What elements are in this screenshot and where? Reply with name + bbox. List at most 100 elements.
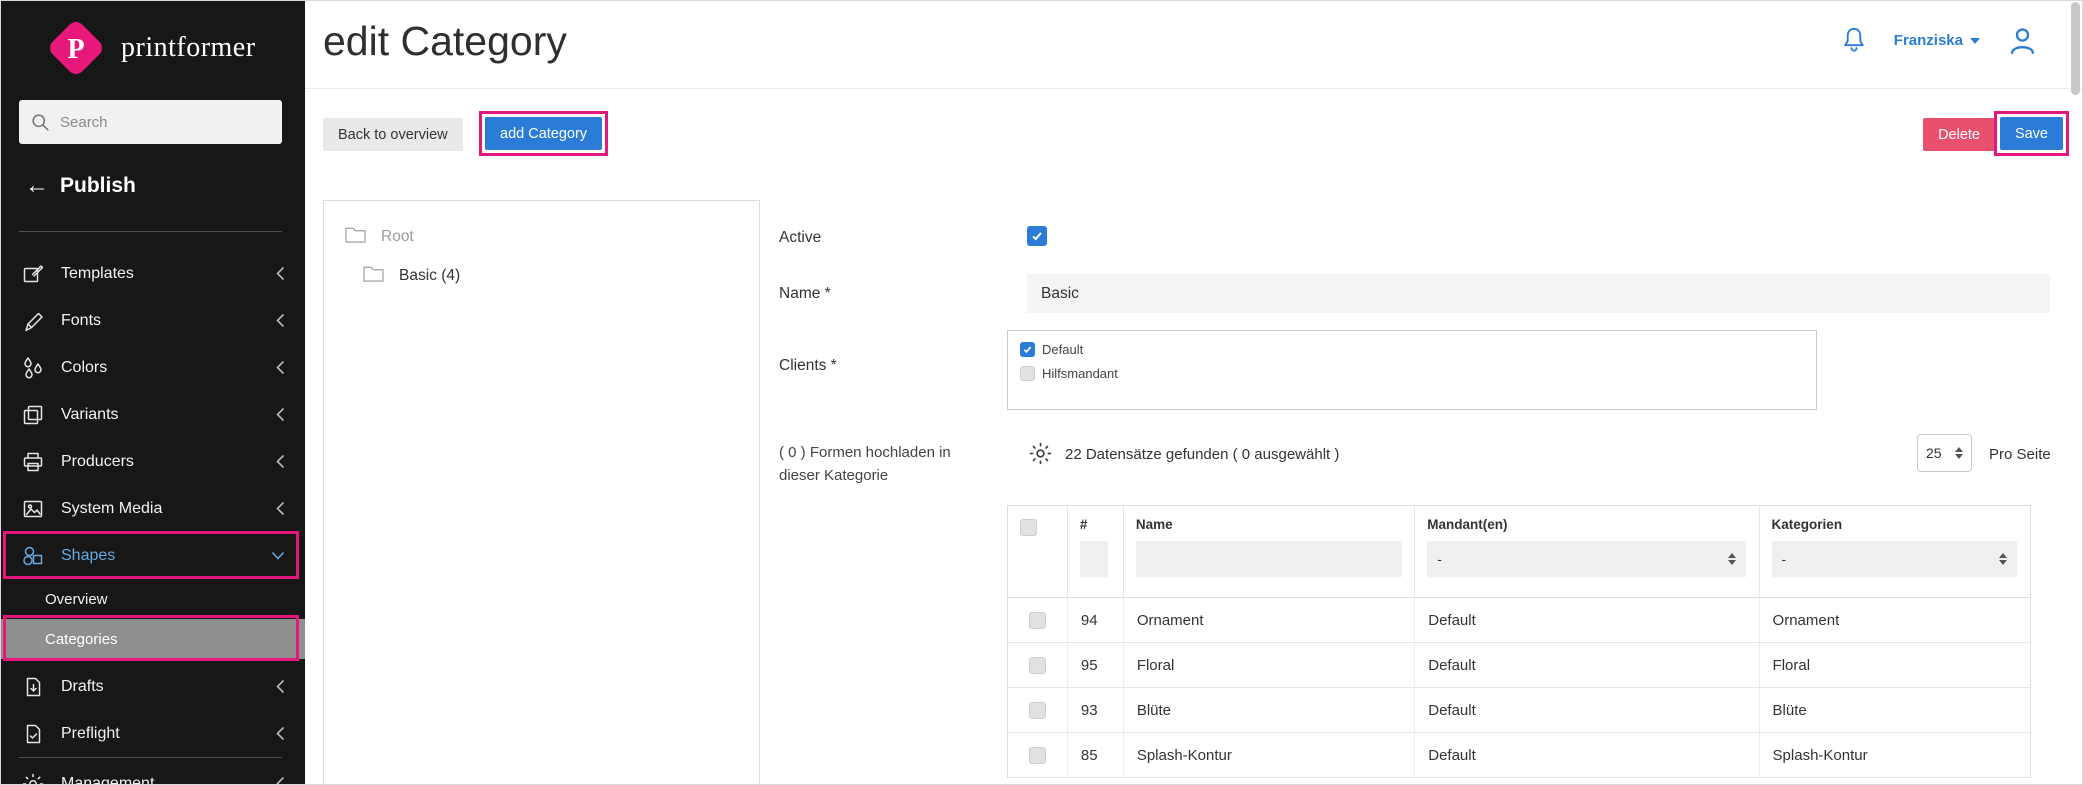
filter-kategorien-select[interactable]: - [1772,541,2017,577]
caret-down-icon [1970,38,1980,44]
row-checkbox[interactable] [1029,657,1046,674]
back-arrow-icon: ← [25,174,49,198]
active-checkbox[interactable] [1027,226,1047,246]
menu-label: Drafts [61,678,276,696]
cell-name: Ornament [1124,598,1415,642]
sidebar-item-colors[interactable]: Colors [0,344,305,391]
folder-icon [344,225,367,249]
row-checkbox[interactable] [1029,612,1046,629]
table-row[interactable]: 94 Ornament Default Ornament [1008,598,2030,643]
client-option-label: Hilfsmandant [1042,366,1118,381]
header-actions: Franziska [1840,24,2039,57]
header-cell-id: # [1068,506,1124,597]
name-label: Name * [779,285,831,303]
table-row[interactable]: 85 Splash-Kontur Default Splash-Kontur [1008,733,2030,778]
header-divider [305,88,2083,89]
client-option-default[interactable]: Default [1020,342,1804,357]
table-row[interactable]: 95 Floral Default Floral [1008,643,2030,688]
tree-node-basic[interactable]: Basic (4) [362,264,460,288]
menu-label: Variants [61,406,276,424]
notifications-bell-icon[interactable] [1840,25,1868,56]
sidebar-item-preflight[interactable]: Preflight [0,710,305,757]
folder-icon [362,264,385,288]
menu-label: Preflight [61,725,276,743]
cell-mandant: Default [1415,643,1759,687]
client-checkbox-checked[interactable] [1020,342,1035,357]
sidebar-item-system-media[interactable]: System Media [0,485,305,532]
sidebar-divider [19,231,282,232]
sidebar-item-templates[interactable]: Templates [0,250,305,297]
sidebar-item-producers[interactable]: Producers [0,438,305,485]
per-page-value: 25 [1926,445,1942,461]
sidebar-item-drafts[interactable]: Drafts [0,663,305,710]
filter-mandant-select[interactable]: - [1427,541,1746,577]
cell-name: Floral [1124,643,1415,687]
sidebar-item-shapes-overview[interactable]: Overview [0,579,305,619]
row-checkbox[interactable] [1029,702,1046,719]
cell-id: 85 [1068,733,1124,777]
table-row[interactable]: 93 Blüte Default Blüte [1008,688,2030,733]
header-cell-name: Name [1124,506,1415,597]
sidebar-item-fonts[interactable]: Fonts [0,297,305,344]
highlight-box-save: Save [1994,111,2069,156]
chevron-left-icon [276,776,285,785]
add-category-button[interactable]: add Category [485,117,602,150]
submenu-label: Overview [45,591,108,608]
chevron-down-icon [271,551,285,560]
user-profile-icon[interactable] [2006,24,2039,57]
tree-node-root[interactable]: Root [344,225,414,249]
filter-id-input[interactable] [1080,541,1108,577]
cell-kategorien: Splash-Kontur [1760,733,2030,777]
clients-label: Clients * [779,357,837,375]
shapes-table: # Name Mandant(en) - Kategorien - [1007,505,2031,778]
header-cell-select [1008,506,1068,597]
name-input[interactable] [1027,274,2050,313]
vertical-scrollbar[interactable] [2071,2,2080,95]
chevron-left-icon [276,360,285,375]
cell-id: 94 [1068,598,1124,642]
management-icon [20,771,46,785]
row-checkbox[interactable] [1029,747,1046,764]
select-all-checkbox[interactable] [1020,519,1037,536]
tree-node-label: Root [381,228,414,246]
save-button[interactable]: Save [2000,117,2063,150]
per-page-select[interactable]: 25 [1917,434,1972,472]
chevron-left-icon [276,726,285,741]
back-to-publish[interactable]: ← Publish [25,174,136,198]
column-title: Mandant(en) [1427,517,1746,532]
sidebar-item-variants[interactable]: Variants [0,391,305,438]
brand-logo[interactable]: P printformer [44,16,256,80]
fonts-icon [20,308,46,334]
sidebar-item-shapes[interactable]: Shapes [0,532,305,579]
page-title: edit Category [323,18,567,65]
submenu-label: Categories [45,631,118,648]
sidebar-item-management[interactable]: Management [0,760,305,785]
column-title: # [1080,517,1111,532]
chevron-left-icon [276,266,285,281]
sidebar-item-shapes-categories[interactable]: Categories [0,619,305,659]
filter-name-input[interactable] [1136,541,1402,577]
sidebar-menu: Templates Fonts Colors [0,250,305,785]
search-icon [31,113,50,132]
menu-label: Shapes [61,547,271,565]
menu-label: Producers [61,453,276,471]
shapes-icon [20,543,46,569]
printformer-logo-icon: P [44,16,108,80]
chevron-left-icon [276,313,285,328]
column-title: Name [1136,517,1402,532]
back-to-overview-button[interactable]: Back to overview [323,118,463,151]
sidebar-divider [19,757,282,758]
main-content: edit Category Franziska Back to overview… [305,0,2083,785]
user-menu[interactable]: Franziska [1894,32,1980,49]
table-settings-gear-icon[interactable] [1028,441,1054,467]
drafts-icon [20,674,46,700]
search-input[interactable] [60,114,250,131]
delete-button[interactable]: Delete [1923,118,1995,151]
chevron-left-icon [276,407,285,422]
client-checkbox-unchecked[interactable] [1020,366,1035,381]
filter-selected-value: - [1782,551,1787,567]
menu-label: Fonts [61,312,276,330]
client-option-hilfsmandant[interactable]: Hilfsmandant [1020,366,1804,381]
cell-id: 95 [1068,643,1124,687]
sidebar-search [19,100,282,144]
